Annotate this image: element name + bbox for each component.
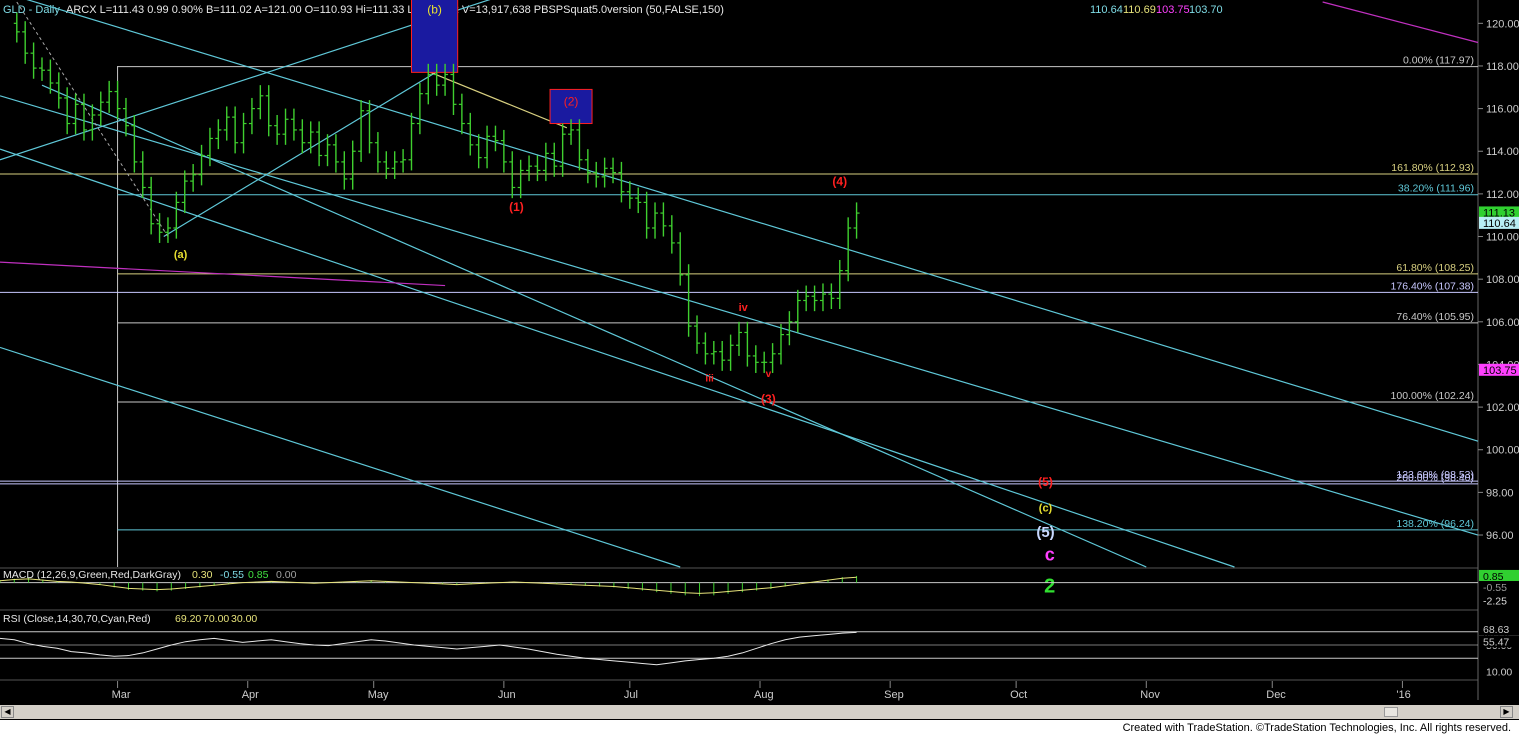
chart-canvas[interactable]: GLD - Daily ARCX L=111.43 0.99 0.90% B=11… [0, 0, 1519, 720]
y-tick-label: 118.00 [1486, 61, 1519, 73]
macd-value: -0.55 [220, 569, 244, 581]
quote-line: ARCX L=111.43 0.99 0.90% B=111.02 A=121.… [66, 4, 724, 16]
rsi-value: 69.20 [175, 613, 201, 625]
wave-label: iv [739, 302, 749, 314]
indicator-value: 110.69 [1123, 4, 1156, 16]
y-tick-label: 106.00 [1486, 317, 1519, 329]
fib-level-label: 138.20% (96.24) [1396, 518, 1474, 530]
scroll-right-arrow-icon[interactable]: ▶ [1500, 706, 1513, 718]
y-tick-label: 98.00 [1486, 487, 1514, 499]
x-tick-label: Dec [1266, 689, 1286, 701]
wave-label: (3) [761, 392, 776, 406]
x-tick-label: Oct [1010, 689, 1027, 701]
wave-label: (a) [174, 249, 188, 261]
copyright-footer: Created with TradeStation. ©TradeStation… [0, 720, 1519, 736]
x-tick-label: Jun [498, 689, 516, 701]
rsi-tag-label: 68.63 [1483, 624, 1509, 636]
macd-value: 0.30 [192, 569, 213, 581]
x-tick-label: Sep [884, 689, 904, 701]
indicator-value: 103.70 [1189, 4, 1223, 16]
fib-level-label: 61.80% (108.25) [1396, 262, 1474, 274]
indicator-value: 103.75 [1156, 4, 1190, 16]
fib-level-label: 176.40% (107.38) [1391, 280, 1474, 292]
rsi-value: 30.00 [231, 613, 257, 625]
fib-level-label: 100.00% (102.24) [1391, 390, 1474, 402]
wave-label: v [766, 369, 772, 380]
macd-tag-label: -0.55 [1483, 582, 1507, 594]
x-tick-label: Nov [1140, 689, 1160, 701]
macd-value: 0.85 [248, 569, 269, 581]
y-tick-label: 110.00 [1486, 232, 1519, 244]
fib-level-label: 161.80% (112.93) [1391, 162, 1474, 174]
y-tick-label: 112.00 [1486, 189, 1519, 201]
wave-label: (4) [832, 174, 847, 188]
wave-label: (c) [1039, 503, 1053, 515]
rsi-value: 70.00 [203, 613, 229, 625]
y-tick-label: 114.00 [1486, 146, 1519, 158]
indicator-value: 110.64 [1090, 4, 1123, 16]
wave-box-label: (b) [427, 3, 442, 17]
macd-value: 0.00 [276, 569, 297, 581]
fib-level-label: 200.00% (98.40) [1396, 472, 1474, 484]
x-tick-label: May [368, 689, 389, 701]
fib-level-label: 0.00% (117.97) [1403, 55, 1474, 67]
copyright-text: Created with TradeStation. ©TradeStation… [1122, 722, 1511, 734]
wave-label: 2 [1044, 576, 1055, 598]
wave-label: (5) [1036, 524, 1054, 541]
scroll-left-arrow-icon[interactable]: ◀ [1, 706, 14, 718]
scroll-thumb[interactable] [1384, 707, 1398, 717]
wave-label: iii [705, 374, 714, 385]
y-tick-label: 96.00 [1486, 530, 1514, 542]
x-tick-label: Mar [112, 689, 131, 701]
price-tag-label: 110.64 [1483, 218, 1516, 230]
chart-symbol: GLD - Daily [3, 4, 60, 16]
rsi-title: RSI (Close,14,30,70,Cyan,Red) [3, 613, 151, 625]
price-tag-label: 103.75 [1483, 365, 1517, 377]
y-tick-label: 120.00 [1486, 18, 1519, 30]
y-tick-label: 108.00 [1486, 274, 1519, 286]
x-tick-label: Jul [624, 689, 638, 701]
y-tick-label: 116.00 [1486, 104, 1519, 116]
macd-tag-label: -2.25 [1483, 595, 1507, 607]
x-tick-label: '16 [1396, 689, 1410, 701]
wave-label: (5) [1038, 475, 1053, 489]
rsi-tag-label: 55.47 [1483, 636, 1509, 648]
rsi-tick-label: 10.00 [1486, 666, 1512, 678]
wave-label: c [1045, 545, 1055, 565]
wave-label: (1) [509, 200, 524, 214]
chart-background [0, 0, 1519, 720]
x-tick-label: Aug [754, 689, 774, 701]
y-tick-label: 102.00 [1486, 402, 1519, 414]
fib-level-label: 38.20% (111.96) [1398, 183, 1474, 195]
x-tick-label: Apr [242, 689, 259, 701]
horizontal-scrollbar[interactable]: ◀ ▶ [0, 705, 1519, 719]
y-tick-label: 100.00 [1486, 445, 1519, 457]
wave-box-label: (2) [564, 94, 579, 108]
fib-level-label: 76.40% (105.95) [1396, 311, 1474, 323]
